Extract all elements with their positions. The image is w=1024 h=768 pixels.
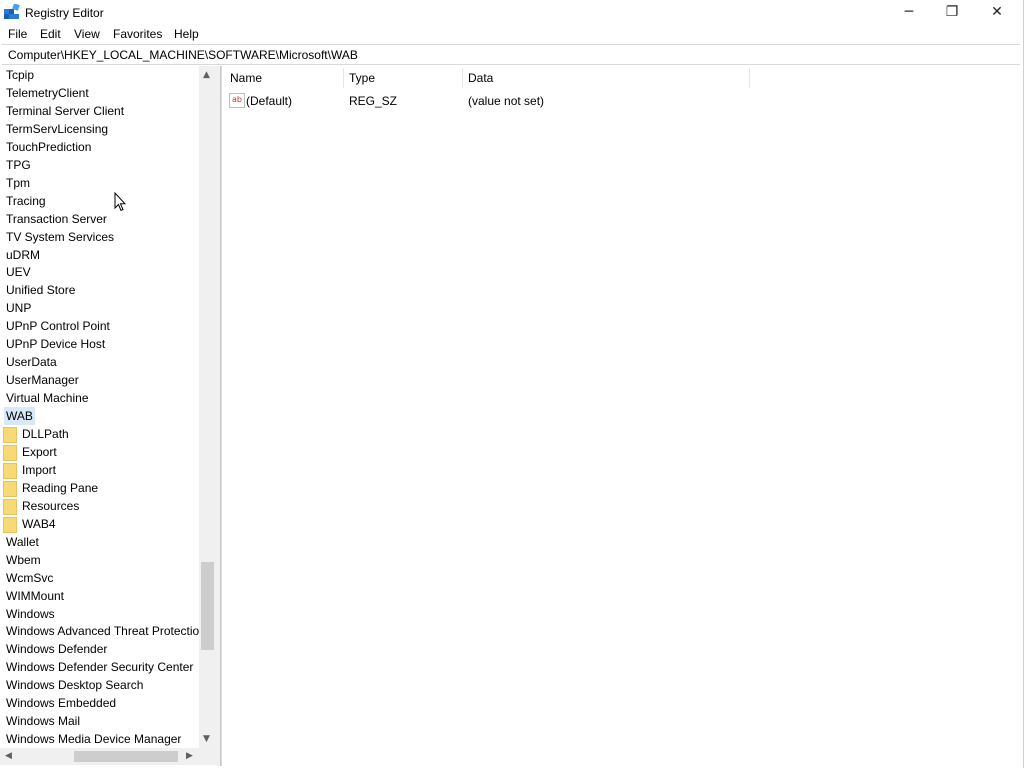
minimize-button[interactable]: ─ bbox=[886, 0, 932, 25]
tree-item[interactable]: TV System Services bbox=[6, 228, 114, 246]
folder-icon bbox=[3, 445, 17, 461]
address-bar[interactable]: Computer\HKEY_LOCAL_MACHINE\SOFTWARE\Mic… bbox=[2, 44, 1020, 65]
tree-item[interactable]: Windows Mail bbox=[6, 712, 80, 730]
tree-item[interactable]: Virtual Machine bbox=[6, 389, 89, 407]
value-data: (value not set) bbox=[468, 94, 545, 108]
tree-item[interactable]: Export bbox=[22, 443, 57, 461]
tree-item[interactable]: TelemetryClient bbox=[6, 84, 89, 102]
tree-item[interactable]: WcmSvc bbox=[6, 569, 53, 587]
tree-horizontal-scrollbar[interactable]: ◀ ▶ bbox=[0, 748, 199, 765]
column-header-name[interactable]: Name bbox=[230, 69, 262, 87]
key-tree-list: Tcpip TelemetryClient Terminal Server Clie… bbox=[0, 66, 200, 748]
tree-horizontal-scroll-thumb[interactable] bbox=[74, 751, 178, 762]
tree-item[interactable]: Transaction Server bbox=[6, 210, 107, 228]
tree-item[interactable]: WIMMount bbox=[6, 587, 64, 605]
tree-item[interactable]: WAB bbox=[4, 407, 35, 425]
menu-help[interactable]: Help bbox=[174, 27, 199, 41]
tree-item[interactable]: TouchPrediction bbox=[6, 138, 91, 156]
tree-item[interactable]: Windows Media Device Manager bbox=[6, 730, 181, 748]
folder-icon bbox=[3, 517, 17, 533]
column-separator[interactable] bbox=[749, 68, 750, 88]
tree-item[interactable]: DLLPath bbox=[22, 425, 69, 443]
tree-vertical-scroll-thumb[interactable] bbox=[201, 562, 214, 650]
restore-button[interactable]: ❐ bbox=[929, 0, 975, 25]
scroll-up-arrow-icon[interactable]: ▲ bbox=[203, 70, 210, 80]
column-header-type[interactable]: Type bbox=[349, 69, 375, 87]
tree-item[interactable]: Import bbox=[22, 461, 56, 479]
string-value-icon: ab bbox=[229, 93, 245, 108]
tree-item[interactable]: UserManager bbox=[6, 371, 79, 389]
tree-item[interactable]: uDRM bbox=[6, 246, 40, 264]
folder-icon bbox=[3, 427, 17, 443]
address-path: Computer\HKEY_LOCAL_MACHINE\SOFTWARE\Mic… bbox=[8, 48, 358, 62]
values-list: Name Type Data ab (Default) REG_SZ (valu… bbox=[221, 66, 1022, 766]
folder-icon bbox=[3, 481, 17, 497]
column-separator[interactable] bbox=[462, 68, 463, 88]
tree-item[interactable]: Tracing bbox=[6, 192, 46, 210]
column-separator[interactable] bbox=[343, 68, 344, 88]
tree-item[interactable]: Windows bbox=[6, 605, 55, 623]
mouse-pointer-icon bbox=[114, 192, 126, 212]
tree-item[interactable]: Windows Defender bbox=[6, 640, 107, 658]
tree-item[interactable]: WAB4 bbox=[22, 515, 56, 533]
close-button[interactable]: ✕ bbox=[974, 0, 1020, 25]
window-title: Registry Editor bbox=[25, 6, 104, 20]
scroll-right-arrow-icon[interactable]: ▶ bbox=[186, 751, 193, 761]
tree-item[interactable]: Wbem bbox=[6, 551, 41, 569]
tree-item[interactable]: Windows Advanced Threat Protection bbox=[6, 622, 200, 640]
value-name: (Default) bbox=[246, 94, 293, 108]
column-header-data[interactable]: Data bbox=[468, 69, 493, 87]
menu-favorites[interactable]: Favorites bbox=[113, 27, 162, 41]
tree-item[interactable]: Reading Pane bbox=[22, 479, 98, 497]
folder-icon bbox=[3, 499, 17, 515]
scroll-down-arrow-icon[interactable]: ▼ bbox=[203, 734, 210, 744]
tree-item[interactable]: UserData bbox=[6, 353, 57, 371]
key-tree-pane: Tcpip TelemetryClient Terminal Server Clie… bbox=[0, 66, 216, 766]
tree-item[interactable]: Windows Desktop Search bbox=[6, 676, 143, 694]
tree-item[interactable]: UPnP Control Point bbox=[6, 317, 110, 335]
tree-item[interactable]: TermServLicensing bbox=[6, 120, 108, 138]
tree-item[interactable]: Wallet bbox=[6, 533, 39, 551]
folder-icon bbox=[3, 463, 17, 479]
tree-item[interactable]: UPnP Device Host bbox=[6, 335, 105, 353]
menu-edit[interactable]: Edit bbox=[40, 27, 61, 41]
tree-item[interactable]: Tpm bbox=[6, 174, 30, 192]
tree-item[interactable]: TPG bbox=[6, 156, 31, 174]
scroll-left-arrow-icon[interactable]: ◀ bbox=[5, 751, 12, 761]
tree-item[interactable]: Resources bbox=[22, 497, 79, 515]
tree-item[interactable]: Windows Defender Security Center bbox=[6, 658, 193, 676]
tree-item[interactable]: Unified Store bbox=[6, 281, 75, 299]
tree-item[interactable]: Tcpip bbox=[6, 66, 34, 84]
tree-item[interactable]: Terminal Server Client bbox=[6, 102, 124, 120]
title-bar: Registry Editor ─ ❐ ✕ bbox=[0, 0, 1024, 25]
value-type: REG_SZ bbox=[349, 94, 398, 108]
tree-item[interactable]: Windows Embedded bbox=[6, 694, 116, 712]
tree-item[interactable]: UNP bbox=[6, 299, 31, 317]
tree-item[interactable]: UEV bbox=[6, 263, 31, 281]
scrollbar-corner bbox=[199, 748, 216, 765]
menu-file[interactable]: File bbox=[8, 27, 27, 41]
tree-vertical-scrollbar[interactable]: ▲ ▼ bbox=[199, 66, 216, 748]
menu-view[interactable]: View bbox=[74, 27, 100, 41]
registry-editor-icon bbox=[4, 4, 20, 19]
menu-bar: File Edit View Favorites Help bbox=[0, 25, 1024, 44]
